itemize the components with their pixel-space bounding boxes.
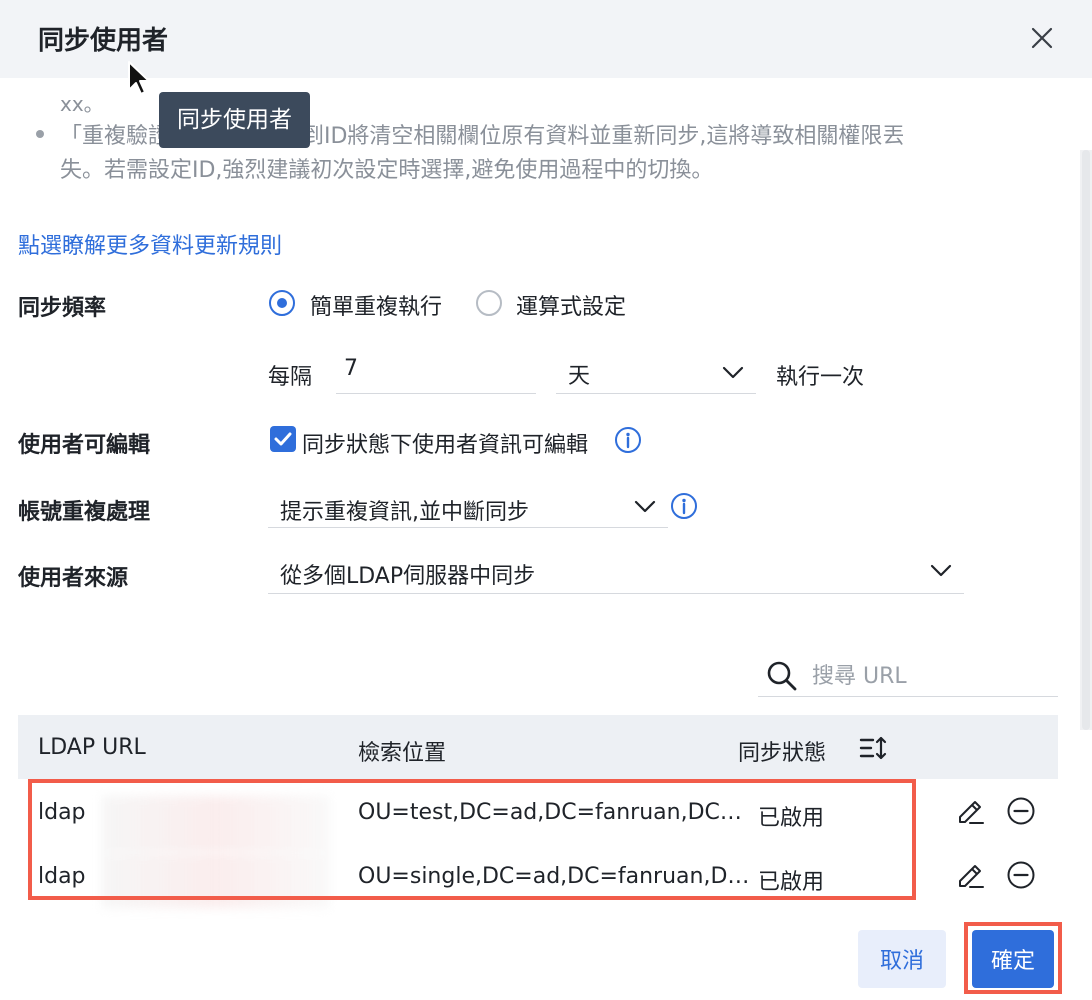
radio-simple-label[interactable]: 簡單重複執行 (310, 289, 442, 321)
user-source-value: 從多個LDAP伺服器中同步 (280, 564, 536, 589)
radio-simple[interactable] (269, 290, 295, 316)
user-editable-checkbox-label[interactable]: 同步狀態下使用者資訊可編輯 (302, 427, 588, 459)
highlight-box-confirm (964, 922, 1062, 994)
sync-frequency-label: 同步頻率 (18, 296, 107, 321)
radio-expression-label[interactable]: 運算式設定 (516, 289, 626, 321)
chevron-down-icon (722, 366, 744, 379)
check-icon (274, 432, 292, 446)
edit-icon[interactable] (956, 860, 986, 890)
unit-value: 天 (568, 364, 591, 389)
unit-select[interactable]: 天 (556, 352, 756, 394)
table-header: LDAP URL 檢索位置 同步狀態 (18, 715, 1058, 779)
interval-input[interactable]: 7 (336, 352, 536, 394)
duplicate-handling-value: 提示重複資訊,並中斷同步 (280, 500, 529, 525)
user-source-select[interactable]: 從多個LDAP伺服器中同步 (268, 552, 964, 594)
bullet-dot (36, 130, 44, 138)
column-ldap-url: LDAP URL (38, 735, 146, 760)
user-source-label: 使用者來源 (18, 566, 129, 591)
remove-icon[interactable] (1006, 796, 1036, 826)
column-search-location: 檢索位置 (358, 741, 447, 766)
search-url-input[interactable] (812, 660, 1042, 692)
cursor-icon (128, 61, 150, 95)
close-icon (1031, 27, 1053, 49)
user-editable-label: 使用者可編輯 (18, 433, 151, 458)
interval-value: 7 (344, 356, 358, 381)
highlight-box-rows (28, 779, 916, 900)
interval-prefix: 每隔 (268, 365, 313, 390)
duplicate-handling-select[interactable]: 提示重複資訊,並中斷同步 (268, 486, 668, 528)
chevron-down-icon (930, 564, 952, 577)
info-icon[interactable] (670, 492, 698, 520)
cancel-button[interactable]: 取消 (858, 930, 946, 988)
close-button[interactable] (1026, 22, 1058, 54)
search-icon[interactable] (766, 660, 798, 692)
note-fragment: xx。 (60, 92, 104, 116)
dialog-title: 同步使用者 (38, 26, 169, 56)
learn-more-link[interactable]: 點選瞭解更多資料更新規則 (18, 228, 282, 260)
radio-expression[interactable] (476, 290, 502, 316)
duplicate-handling-label: 帳號重複處理 (18, 500, 151, 525)
tooltip: 同步使用者 (159, 92, 310, 148)
user-editable-checkbox[interactable] (270, 426, 296, 452)
sort-icon[interactable] (858, 734, 888, 762)
scrollbar-thumb[interactable] (1082, 150, 1090, 730)
note-line-2: 失。若需設定ID,強烈建議初次設定時選擇,避免使用過程中的切換。 (60, 158, 714, 183)
remove-icon[interactable] (1006, 860, 1036, 890)
column-sync-status: 同步狀態 (738, 741, 827, 766)
info-icon[interactable] (614, 426, 642, 454)
interval-suffix: 執行一次 (776, 365, 865, 390)
search-underline (758, 696, 1058, 697)
edit-icon[interactable] (956, 796, 986, 826)
chevron-down-icon (634, 500, 656, 513)
